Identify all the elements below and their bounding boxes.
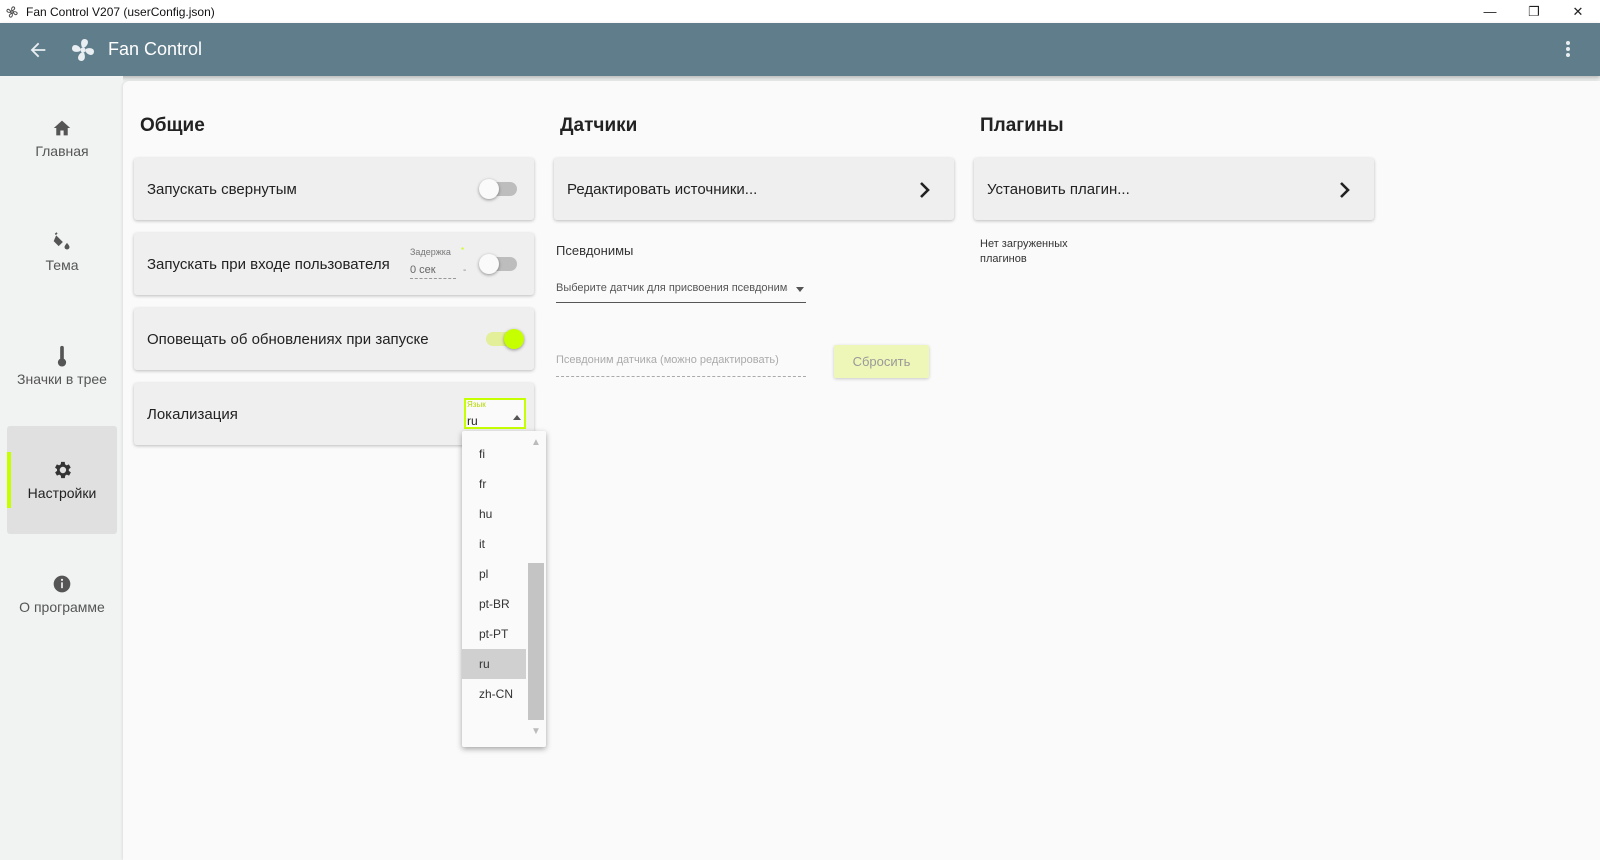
language-option[interactable]: hu [462, 499, 526, 529]
maximize-button[interactable]: ❐ [1512, 0, 1556, 23]
fan-icon [4, 4, 20, 20]
reset-button[interactable]: Сбросить [834, 345, 929, 378]
language-option[interactable]: it [462, 529, 526, 559]
window-titlebar: Fan Control V207 (userConfig.json) — ❐ ✕ [0, 0, 1600, 23]
language-option[interactable]: fi [462, 439, 526, 469]
edit-sources-label: Редактировать источники... [567, 180, 758, 198]
window-title: Fan Control V207 (userConfig.json) [26, 4, 215, 19]
sidebar-item-tray-icons[interactable]: Значки в трее [7, 312, 117, 420]
thermometer-icon [51, 345, 73, 367]
language-value: ru [467, 414, 478, 428]
home-icon [51, 117, 73, 139]
plugins-section-title: Плагины [980, 115, 1064, 136]
app-title: Fan Control [108, 39, 203, 59]
sidebar-item-label: О программе [19, 599, 105, 615]
general-section-title: Общие [140, 115, 205, 136]
start-on-login-card: Запускать при входе пользователя Задержк… [134, 233, 534, 295]
minimize-button[interactable]: — [1468, 0, 1512, 23]
notify-updates-label: Оповещать об обновлениях при запуске [147, 330, 429, 348]
start-on-login-toggle[interactable] [479, 254, 517, 274]
caret-down-icon [796, 287, 804, 292]
sidebar-item-label: Главная [35, 143, 89, 159]
fan-logo-icon [68, 35, 98, 65]
info-icon [51, 573, 73, 595]
chevron-right-icon [1336, 178, 1354, 202]
sensor-alias-select[interactable]: Выберите датчик для присвоения псевдоним… [556, 275, 806, 303]
scroll-up-arrow-icon[interactable]: ▲ [531, 437, 541, 448]
localization-label: Локализация [147, 405, 238, 423]
back-arrow-icon[interactable] [24, 36, 52, 64]
install-plugin-label: Установить плагин... [987, 180, 1130, 198]
notify-updates-card: Оповещать об обновлениях при запуске [134, 308, 534, 370]
caret-up-icon [513, 415, 521, 420]
app-bar: Fan Control [0, 23, 1600, 76]
delay-label: Задержка [410, 247, 451, 257]
sensor-alias-input[interactable]: Псевдоним датчика (можно редактировать) [556, 349, 806, 377]
notify-updates-toggle[interactable] [486, 329, 524, 349]
language-option[interactable]: pl [462, 559, 526, 589]
sidebar-item-label: Тема [45, 257, 79, 273]
chevron-right-icon [916, 178, 934, 202]
language-option-selected[interactable]: ru [462, 649, 526, 679]
no-plugins-text: Нет загруженных плагинов [980, 238, 1068, 265]
language-option[interactable]: pt-PT [462, 619, 526, 649]
start-minimized-card: Запускать свернутым [134, 158, 534, 220]
edit-sources-button[interactable]: Редактировать источники... [554, 158, 954, 220]
aliases-label: Псевдонимы [556, 243, 634, 258]
install-plugin-button[interactable]: Установить плагин... [974, 158, 1374, 220]
close-button[interactable]: ✕ [1556, 0, 1600, 23]
start-minimized-label: Запускать свернутым [147, 180, 297, 198]
start-minimized-toggle[interactable] [479, 179, 517, 199]
language-option[interactable]: pt-BR [462, 589, 526, 619]
sidebar-item-home[interactable]: Главная [7, 84, 117, 192]
sensor-select-placeholder: Выберите датчик для присвоения псевдоним… [556, 282, 788, 294]
start-on-login-label: Запускать при входе пользователя [147, 255, 390, 273]
sidebar-item-theme[interactable]: Тема [7, 198, 117, 306]
paint-bucket-icon [51, 231, 73, 253]
delay-required-mark: * [461, 246, 465, 255]
sidebar: Главная Тема Значки в трее Настройки О п… [0, 76, 123, 860]
language-select[interactable]: Язык ru [464, 398, 526, 429]
dropdown-scrollbar[interactable]: ▲ ▼ [528, 431, 544, 747]
more-vert-icon[interactable] [1554, 35, 1582, 63]
scrollbar-thumb[interactable] [528, 563, 544, 720]
sidebar-item-label: Значки в трее [17, 371, 107, 387]
language-dropdown-list: fi fr hu it pl pt-BR pt-PT ru zh-CN ▲ ▼ [462, 431, 546, 747]
language-option[interactable]: zh-CN [462, 679, 526, 709]
sensors-section-title: Датчики [560, 115, 638, 136]
sidebar-item-settings[interactable]: Настройки [7, 426, 117, 534]
gear-icon [51, 459, 73, 481]
login-delay-field[interactable]: Задержка * 0 сек - [410, 243, 470, 285]
alias-input-placeholder: Псевдоним датчика (можно редактировать) [556, 354, 779, 366]
language-option[interactable]: fr [462, 469, 526, 499]
sidebar-item-about[interactable]: О программе [7, 540, 117, 648]
delay-dash: - [463, 265, 467, 276]
language-field-label: Язык [467, 400, 486, 409]
scroll-down-arrow-icon[interactable]: ▼ [531, 726, 541, 737]
delay-value[interactable]: 0 сек [410, 264, 456, 279]
sidebar-item-label: Настройки [27, 485, 97, 501]
